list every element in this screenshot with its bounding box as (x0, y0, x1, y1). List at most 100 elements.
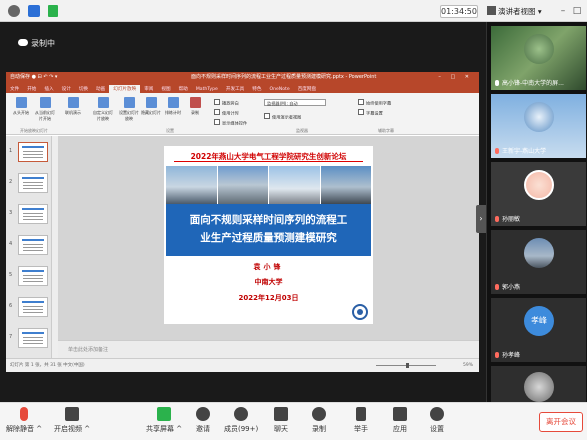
chat-label: 聊天 (274, 425, 288, 433)
participant-tile[interactable]: 王新宇-燕山大学 (491, 94, 586, 158)
ribbon-rehearse[interactable]: 排练计时 (162, 97, 184, 116)
participant-tile[interactable]: 高小锋-中南大学的屏... (491, 26, 586, 90)
view-mode-button[interactable]: 演讲者视图 ▾ (487, 5, 551, 18)
check-presenter-view[interactable]: 使用演示者视图 (264, 113, 301, 121)
slide-date: 2022年12月03日 (238, 294, 299, 302)
ribbon-label: 录制 (191, 110, 199, 115)
slide-thumbnail[interactable] (18, 173, 48, 193)
ribbon-custom-show[interactable]: 自定义幻灯片放映 (92, 97, 114, 122)
thumbnail-number: 2 (9, 179, 13, 185)
ribbon-from-current[interactable]: 从当前幻灯片开始 (34, 97, 56, 122)
participant-avatar (524, 238, 554, 268)
members-label: 成员(99+) (224, 425, 259, 433)
ppt-status-bar: 幻灯片 第 1 张，共 31 张 中文(中国) 59% (6, 358, 479, 372)
screen-share-icon (495, 80, 499, 86)
info-icon[interactable] (8, 5, 20, 17)
check-media-controls[interactable]: 显示媒体控件 (214, 119, 247, 127)
participant-tile[interactable]: 孙丽敏 (491, 162, 586, 226)
unmute-button[interactable]: 解除静音 ^ (6, 407, 42, 434)
zoom-percent: 59% (462, 363, 473, 368)
rehearse-icon (167, 97, 179, 108)
slide-thumbnail[interactable] (18, 266, 48, 286)
thumbnail-number: 4 (9, 241, 13, 247)
participant-name: 郭小燕 (495, 282, 520, 291)
shield-icon[interactable] (28, 5, 40, 17)
ppt-ribbon-tabs: 文件 开始 插入 设计 切换 动画 幻灯片放映 审阅 视图 帮助 MathType 开发工具 特色 One… (6, 83, 479, 95)
chat-button[interactable]: 聊天 (274, 407, 288, 434)
invite-button[interactable]: 邀请 (196, 407, 210, 434)
start-video-button[interactable]: 开启视频 ^ (54, 407, 90, 434)
apps-button[interactable]: 应用 (393, 407, 407, 434)
settings-label: 设置 (430, 425, 444, 433)
minimize-icon[interactable]: – (558, 5, 568, 17)
thumbnail-number: 3 (9, 210, 13, 216)
participant-name: 孙丽敏 (495, 214, 520, 223)
ribbon-from-beginning[interactable]: 从头开始 (10, 97, 32, 116)
quick-access-toolbar[interactable]: 自动保存 ● ⊟ ↶ ↷ ▾ (10, 72, 57, 83)
collapse-panel-button[interactable]: › (476, 205, 486, 233)
hide-slide-icon (145, 97, 157, 108)
current-slide[interactable]: 2022年燕山大学电气工程学院研究生创新论坛 面向不规则采样时间序列的流程工 业… (164, 146, 373, 324)
signal-icon (48, 5, 58, 17)
mic-muted-icon (495, 148, 499, 154)
thumbnail-number: 1 (9, 148, 13, 154)
members-button[interactable]: 成员(99+) (224, 407, 258, 434)
ppt-title-bar: 自动保存 ● ⊟ ↶ ↷ ▾ 面向不规则采样时间序列的流程工业生产过程质量预测建… (6, 72, 479, 83)
monitor-value: 自动 (289, 101, 298, 106)
slide-thumbnail[interactable] (18, 142, 48, 162)
participant-name-text: 高小锋-中南大学的屏... (502, 80, 564, 87)
video-label: 开启视频 (54, 425, 82, 433)
participant-avatar: 孝峰 (524, 306, 554, 336)
participant-name: 孙孝峰 (495, 350, 520, 359)
top-bar: 01:34:50 演讲者视图 ▾ – □ (0, 0, 587, 22)
slideshow-start-icon (15, 97, 27, 108)
participant-tile[interactable]: 孝峰 孙孝峰 (491, 298, 586, 362)
ribbon-hide-slide[interactable]: 隐藏幻灯片 (140, 97, 162, 116)
slide-photo-1 (166, 166, 217, 204)
record-label: 录制 (312, 425, 326, 433)
share-label: 共享屏幕 (146, 425, 174, 433)
slide-university: 中南大学 (254, 278, 283, 286)
monitor-select[interactable]: 监视器(M): 自动 (264, 99, 326, 106)
maximize-icon[interactable]: □ (572, 5, 582, 17)
slide-thumbnail[interactable] (18, 297, 48, 317)
notes-pane[interactable]: 单击此处添加备注 (58, 340, 479, 358)
check-always-subtitles[interactable]: 始终使用字幕 (358, 99, 391, 107)
status-slide-info: 幻灯片 第 1 张，共 31 张 中文(中国) (10, 363, 85, 368)
ribbon-label: 设置幻灯片放映 (119, 110, 139, 121)
ppt-ribbon: 从头开始 从当前幻灯片开始 联机演示 自定义幻灯片放映 设置幻灯片放映 隐藏幻灯… (6, 93, 479, 135)
ribbon-setup-show[interactable]: 设置幻灯片放映 (118, 97, 140, 122)
participant-avatar (524, 170, 554, 200)
group-captions: 辅助字幕 (378, 128, 394, 133)
ribbon-label: 从当前幻灯片开始 (35, 110, 55, 121)
meeting-toolbar: 解除静音 ^ 开启视频 ^ 共享屏幕 ^ 邀请 成员(99+) 聊天 录制 举手… (0, 402, 587, 440)
record-button[interactable]: 录制 (312, 407, 326, 434)
participant-name: 高小锋-中南大学的屏... (495, 78, 564, 87)
mic-muted-icon (495, 284, 499, 290)
share-screen-button[interactable]: 共享屏幕 ^ (146, 407, 182, 434)
view-mode-label: 演讲者视图 (498, 7, 536, 16)
slide-thumbnail[interactable] (18, 204, 48, 224)
participant-tile[interactable] (491, 366, 586, 402)
settings-button[interactable]: 设置 (430, 407, 444, 434)
camera-off-icon (65, 407, 80, 421)
check-narrations[interactable]: 播放旁白 (214, 99, 239, 107)
slide-thumbnail[interactable] (18, 328, 48, 348)
slide-photo-3 (269, 166, 320, 204)
ribbon-label: 隐藏幻灯片 (141, 110, 161, 115)
participant-tile[interactable]: 郭小燕 (491, 230, 586, 294)
raise-hand-button[interactable]: 举手 (354, 407, 368, 434)
zoom-slider-knob[interactable] (406, 363, 409, 368)
ribbon-label: 排练计时 (165, 110, 181, 115)
ribbon-record[interactable]: 录制 (184, 97, 206, 116)
slide-title-line1: 面向不规则采样时间序列的流程工 (189, 214, 348, 226)
subtitle-settings[interactable]: 字幕设置 (358, 109, 383, 117)
add-person-icon (196, 407, 210, 421)
setup-show-icon (123, 97, 135, 108)
slide-thumbnail[interactable] (18, 235, 48, 255)
monitor-label: 监视器(M): (267, 101, 288, 106)
check-use-timings[interactable]: 使用计时 (214, 109, 239, 117)
leave-meeting-button[interactable]: 离开会议 (539, 412, 583, 432)
ribbon-online-present[interactable]: 联机演示 (62, 97, 84, 116)
ppt-window-controls[interactable]: – □ ✕ (438, 72, 473, 83)
